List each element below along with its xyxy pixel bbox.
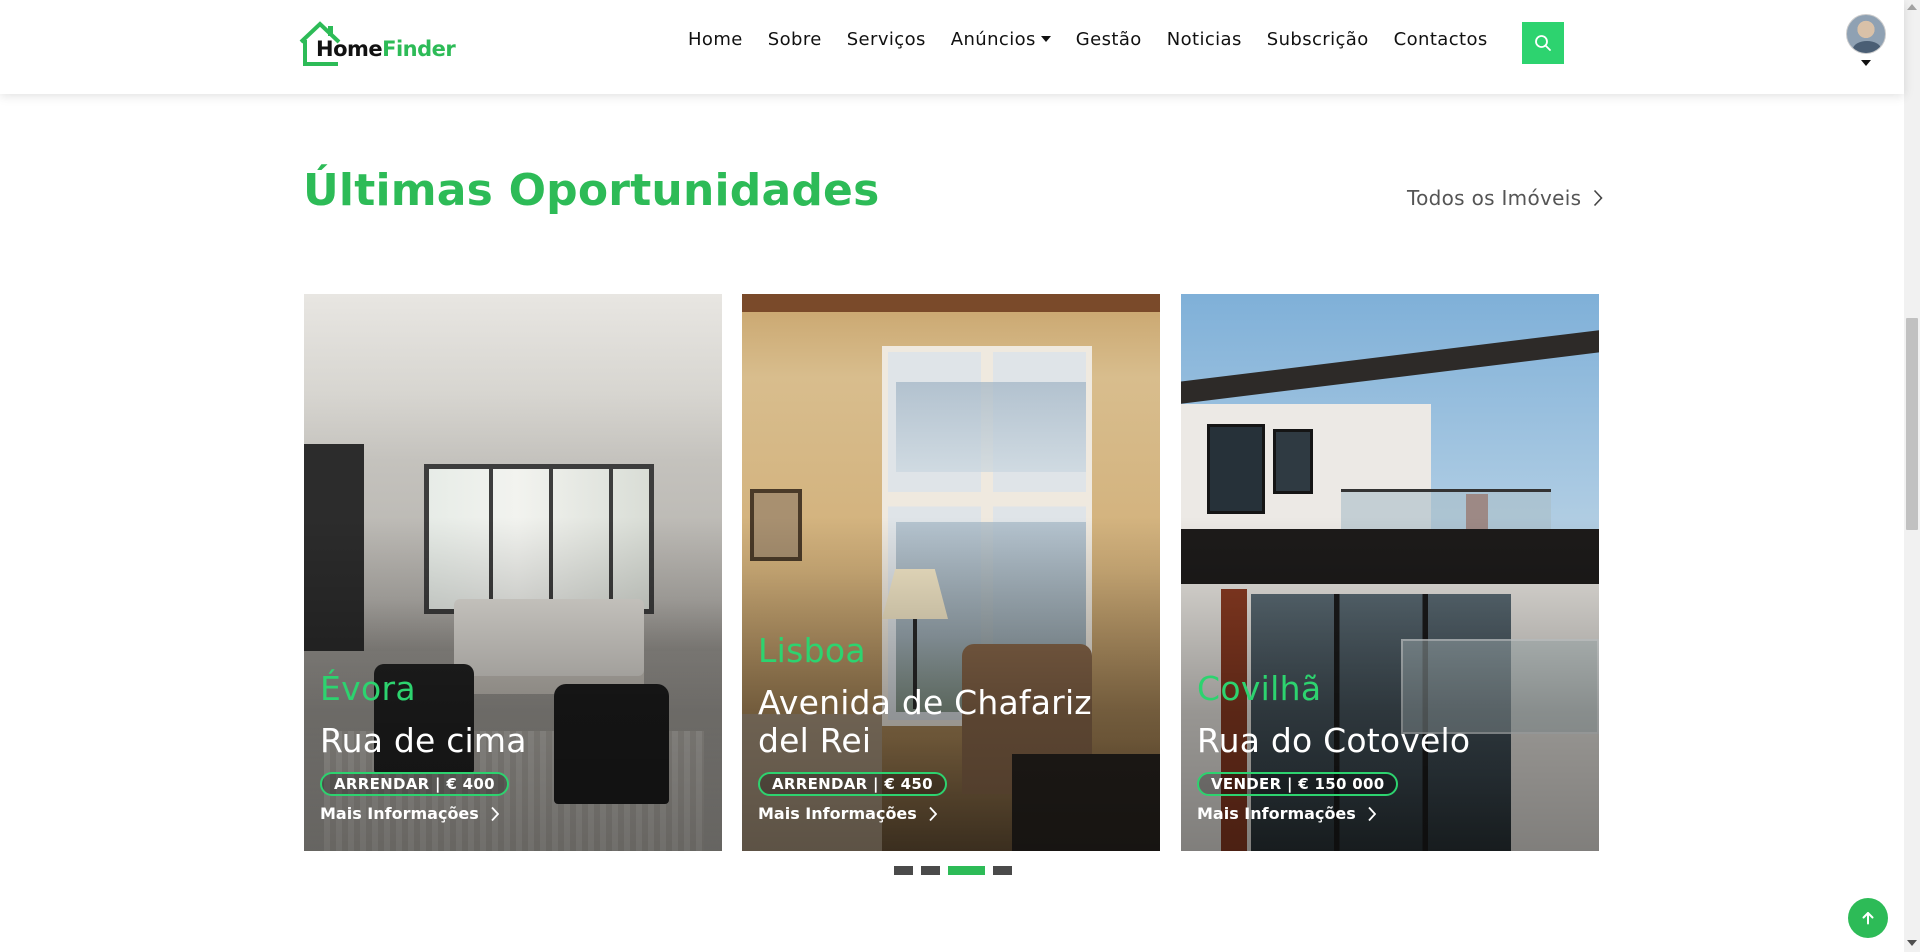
chevron-right-icon <box>1594 189 1603 207</box>
nav-item-label: Home <box>688 28 743 50</box>
card-street: Avenida de Chafariz del Rei <box>758 683 1092 760</box>
property-card[interactable]: Covilhã Rua do Cotovelo VENDER | € 150 0… <box>1181 294 1599 851</box>
card-content: Évora Rua de cima ARRENDAR | € 400 Mais … <box>320 669 708 823</box>
homefinder-logo[interactable]: HomeFinder <box>298 20 456 68</box>
card-city: Évora <box>320 669 416 708</box>
arrow-up-icon <box>1862 912 1874 925</box>
more-info-label: Mais Informações <box>320 804 479 823</box>
card-street: Rua de cima <box>320 721 527 760</box>
carousel-dot-active[interactable] <box>948 866 985 875</box>
more-info-link[interactable]: Mais Informações <box>758 804 1146 823</box>
back-to-top-button[interactable] <box>1848 898 1888 938</box>
card-content: Covilhã Rua do Cotovelo VENDER | € 150 0… <box>1197 669 1585 823</box>
more-info-label: Mais Informações <box>758 804 917 823</box>
nav-item-sobre[interactable]: Sobre <box>768 29 822 50</box>
carousel-dot[interactable] <box>993 866 1012 875</box>
search-icon <box>1535 35 1551 51</box>
scrollbar-thumb[interactable] <box>1906 318 1918 530</box>
search-button[interactable] <box>1522 22 1564 64</box>
more-info-link[interactable]: Mais Informações <box>1197 804 1585 823</box>
chevron-right-icon <box>929 806 937 821</box>
nav-item-gestao[interactable]: Gestão <box>1076 29 1142 50</box>
caret-down-icon <box>1861 60 1871 66</box>
main-menu: Home Sobre Serviços Anúncios Gestão Noti… <box>688 24 1513 54</box>
caret-down-icon <box>1040 36 1051 42</box>
nav-item-anuncios-dropdown[interactable]: Anúncios <box>951 29 1051 50</box>
chevron-right-icon <box>1368 806 1376 821</box>
nav-item-servicos[interactable]: Serviços <box>847 29 926 50</box>
nav-item-label: Noticias <box>1166 28 1242 50</box>
carousel-pagination <box>894 866 1020 875</box>
nav-item-label: Serviços <box>846 28 926 50</box>
scroll-down-arrow-icon[interactable] <box>1907 940 1917 946</box>
price-badge: ARRENDAR | € 400 <box>320 772 509 796</box>
user-menu-toggle[interactable] <box>1846 14 1888 72</box>
nav-item-label: Anúncios <box>950 28 1036 50</box>
nav-item-contactos[interactable]: Contactos <box>1394 29 1488 50</box>
top-navbar: HomeFinder Home Sobre Serviços Anúncios … <box>0 0 1904 94</box>
price-badge: ARRENDAR | € 450 <box>758 772 947 796</box>
nav-item-label: Subscrição <box>1266 28 1369 50</box>
card-content: Lisboa Avenida de Chafariz del Rei ARREN… <box>758 631 1146 823</box>
logo-text-finder: Finder <box>382 37 456 61</box>
all-properties-link[interactable]: Todos os Imóveis <box>1407 186 1603 210</box>
nav-item-noticias[interactable]: Noticias <box>1167 29 1242 50</box>
more-info-label: Mais Informações <box>1197 804 1356 823</box>
all-properties-label: Todos os Imóveis <box>1407 186 1582 210</box>
section-title: Últimas Oportunidades <box>303 165 880 216</box>
more-info-link[interactable]: Mais Informações <box>320 804 708 823</box>
user-avatar <box>1846 14 1886 54</box>
property-card[interactable]: Lisboa Avenida de Chafariz del Rei ARREN… <box>742 294 1160 851</box>
chevron-right-icon <box>491 806 499 821</box>
card-city: Covilhã <box>1197 669 1322 708</box>
property-card[interactable]: Évora Rua de cima ARRENDAR | € 400 Mais … <box>304 294 722 851</box>
price-badge: VENDER | € 150 000 <box>1197 772 1399 796</box>
nav-item-label: Contactos <box>1393 28 1488 50</box>
card-street: Rua do Cotovelo <box>1197 721 1471 760</box>
logo-text: HomeFinder <box>316 37 456 61</box>
scroll-up-arrow-icon[interactable] <box>1907 4 1917 10</box>
nav-item-label: Sobre <box>767 28 822 50</box>
carousel-dot[interactable] <box>921 866 940 875</box>
logo-text-home: Home <box>316 37 383 61</box>
nav-item-subscricao[interactable]: Subscrição <box>1267 29 1369 50</box>
nav-item-home[interactable]: Home <box>688 29 743 50</box>
card-city: Lisboa <box>758 631 866 670</box>
nav-item-label: Gestão <box>1075 28 1142 50</box>
carousel-dot[interactable] <box>894 866 913 875</box>
